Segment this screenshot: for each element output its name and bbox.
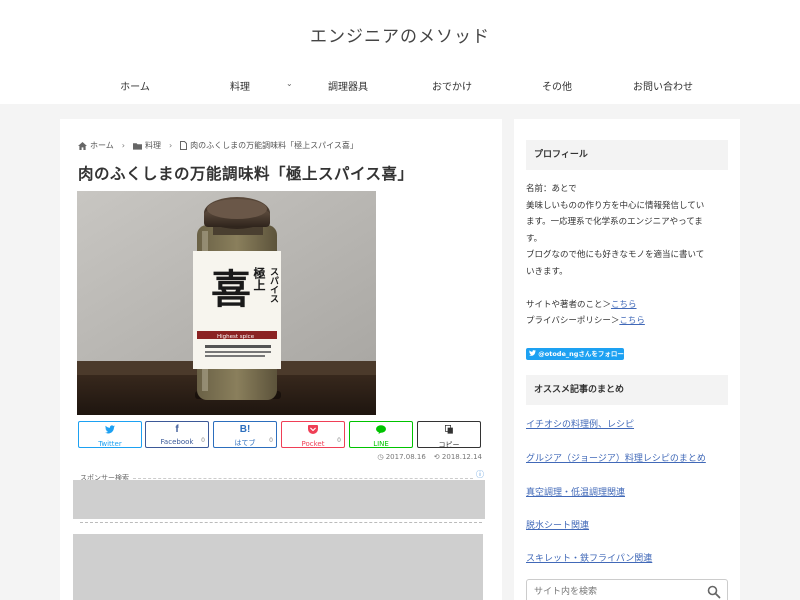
site-title[interactable]: エンジニアのメソッド bbox=[0, 22, 800, 47]
chevron-right-icon: › bbox=[121, 141, 125, 150]
info-icon[interactable]: ⓘ bbox=[476, 469, 484, 480]
home-icon bbox=[78, 141, 87, 150]
chevron-right-icon: › bbox=[168, 141, 173, 150]
recommend-link-skillet[interactable]: スキレット・鉄フライパン関連 bbox=[526, 551, 652, 564]
ad-divider-line bbox=[133, 477, 473, 479]
recommend-link-georgian[interactable]: グルジア（ジョージア）料理レシピのまとめ bbox=[526, 451, 706, 464]
profile-line: 美味しいものの作り方を中心に情報発信してい bbox=[526, 200, 705, 211]
copy-icon bbox=[418, 425, 480, 437]
profile-widget-title: プロフィール bbox=[526, 140, 728, 170]
ad-divider bbox=[80, 522, 482, 523]
hatena-icon: B! bbox=[239, 424, 251, 435]
ad-slot[interactable] bbox=[73, 480, 485, 519]
twitter-follow-button[interactable]: @otode_ngさんをフォロー bbox=[526, 348, 624, 360]
recommend-widget-title: オススメ記事のまとめ bbox=[526, 375, 728, 405]
share-line-button[interactable]: LINE bbox=[349, 421, 413, 448]
about-link-row: サイトや著者のこと＞こちら bbox=[526, 297, 731, 314]
share-facebook-button[interactable]: f Facebook 0 bbox=[145, 421, 209, 448]
post-dates: ◷ 2017.08.16 ⟲ 2018.12.14 bbox=[377, 453, 482, 461]
label-band: Highest spice bbox=[217, 334, 255, 340]
pocket-icon bbox=[282, 425, 344, 437]
search-icon[interactable] bbox=[707, 585, 721, 599]
label-vertical-1: 極上 bbox=[252, 266, 266, 291]
breadcrumb-category[interactable]: 料理 bbox=[145, 140, 161, 151]
site-header: エンジニアのメソッド ホーム 料理 ⌄ 調理器具 おでかけ その他 お問い合わせ bbox=[0, 0, 800, 104]
breadcrumb: ホーム › 料理 › 肉のふくしまの万能調味料「極上スパイス喜」 bbox=[78, 140, 358, 151]
share-facebook-label: Facebook bbox=[160, 438, 194, 446]
recommend-link-recipes[interactable]: イチオシの料理例、レシピ bbox=[526, 417, 634, 430]
privacy-link-prefix: プライバシーポリシー＞ bbox=[526, 316, 620, 326]
breadcrumb-current: 肉のふくしまの万能調味料「極上スパイス喜」 bbox=[190, 141, 358, 150]
ad-slot-large[interactable] bbox=[73, 534, 483, 600]
profile-line: いきます。 bbox=[526, 266, 568, 277]
search-input[interactable] bbox=[534, 585, 704, 599]
published-date-value: 2017.08.16 bbox=[385, 453, 426, 461]
clock-icon: ◷ bbox=[377, 453, 384, 461]
sidebar: プロフィール 名前：あとで 美味しいものの作り方を中心に情報発信してい ます。一… bbox=[514, 119, 740, 600]
profile-line: ます。一応理系で化学系のエンジニアやってま bbox=[526, 217, 703, 227]
share-hatena-count: 0 bbox=[269, 437, 273, 444]
profile-line: す。 bbox=[526, 233, 543, 244]
document-icon bbox=[180, 141, 188, 150]
recommend-link-dehydrate[interactable]: 脱水シート関連 bbox=[526, 518, 589, 531]
share-twitter-label: Twitter bbox=[98, 440, 122, 448]
share-facebook-count: 0 bbox=[201, 437, 205, 444]
nav-item-outing[interactable]: おでかけ bbox=[425, 78, 479, 93]
recommend-link-sousvide[interactable]: 真空調理・低温調理関連 bbox=[526, 485, 625, 498]
nav-item-contact[interactable]: お問い合わせ bbox=[628, 78, 698, 93]
main-content: ホーム › 料理 › 肉のふくしまの万能調味料「極上スパイス喜」 肉のふくしまの… bbox=[60, 119, 502, 600]
share-copy-label: コピー bbox=[438, 441, 460, 449]
twitter-icon bbox=[79, 425, 141, 437]
folder-icon bbox=[132, 142, 142, 150]
eyecatch-image: 喜 極上 スパイス Highest spice bbox=[77, 191, 376, 415]
about-link[interactable]: こちら bbox=[611, 300, 637, 310]
global-nav: ホーム 料理 ⌄ 調理器具 おでかけ その他 お問い合わせ bbox=[0, 70, 800, 100]
share-hatena-button[interactable]: B! はてブ 0 bbox=[213, 421, 277, 448]
line-icon bbox=[350, 425, 412, 437]
share-line-label: LINE bbox=[373, 440, 389, 448]
label-kanji: 喜 bbox=[211, 266, 251, 313]
share-hatena-label: はてブ bbox=[234, 439, 256, 447]
nav-item-other[interactable]: その他 bbox=[532, 78, 582, 93]
nav-item-cookware[interactable]: 調理器具 bbox=[318, 78, 378, 93]
nav-item-home[interactable]: ホーム bbox=[110, 78, 160, 93]
twitter-follow-label: @otode_ngさんをフォロー bbox=[538, 350, 624, 358]
published-date: ◷ 2017.08.16 bbox=[377, 453, 425, 461]
share-copy-button[interactable]: コピー bbox=[417, 421, 481, 449]
facebook-icon: f bbox=[175, 424, 179, 435]
updated-date-value: 2018.12.14 bbox=[441, 453, 482, 461]
share-pocket-count: 0 bbox=[337, 437, 341, 444]
about-link-prefix: サイトや著者のこと＞ bbox=[526, 299, 612, 310]
profile-text: 名前：あとで 美味しいものの作り方を中心に情報発信してい ます。一応理系で化学系… bbox=[526, 181, 731, 330]
page-title: 肉のふくしまの万能調味料「極上スパイス喜」 bbox=[78, 165, 414, 183]
privacy-link[interactable]: こちら bbox=[619, 316, 645, 326]
twitter-icon bbox=[529, 350, 538, 358]
share-pocket-button[interactable]: Pocket 0 bbox=[281, 421, 345, 448]
share-twitter-button[interactable]: Twitter bbox=[78, 421, 142, 448]
updated-date: ⟲ 2018.12.14 bbox=[434, 453, 482, 461]
profile-line: ブログなので他にも好きなモノを適当に書いて bbox=[526, 250, 705, 260]
share-pocket-label: Pocket bbox=[301, 440, 325, 448]
site-search bbox=[526, 579, 728, 600]
nav-item-cooking[interactable]: 料理 bbox=[220, 78, 260, 93]
chevron-down-icon: ⌄ bbox=[286, 79, 293, 88]
breadcrumb-home[interactable]: ホーム bbox=[90, 140, 114, 151]
refresh-icon: ⟲ bbox=[433, 453, 440, 461]
profile-line: 名前：あとで bbox=[526, 184, 577, 194]
privacy-link-row: プライバシーポリシー＞こちら bbox=[526, 313, 731, 330]
label-vertical-2: スパイス bbox=[268, 267, 279, 303]
